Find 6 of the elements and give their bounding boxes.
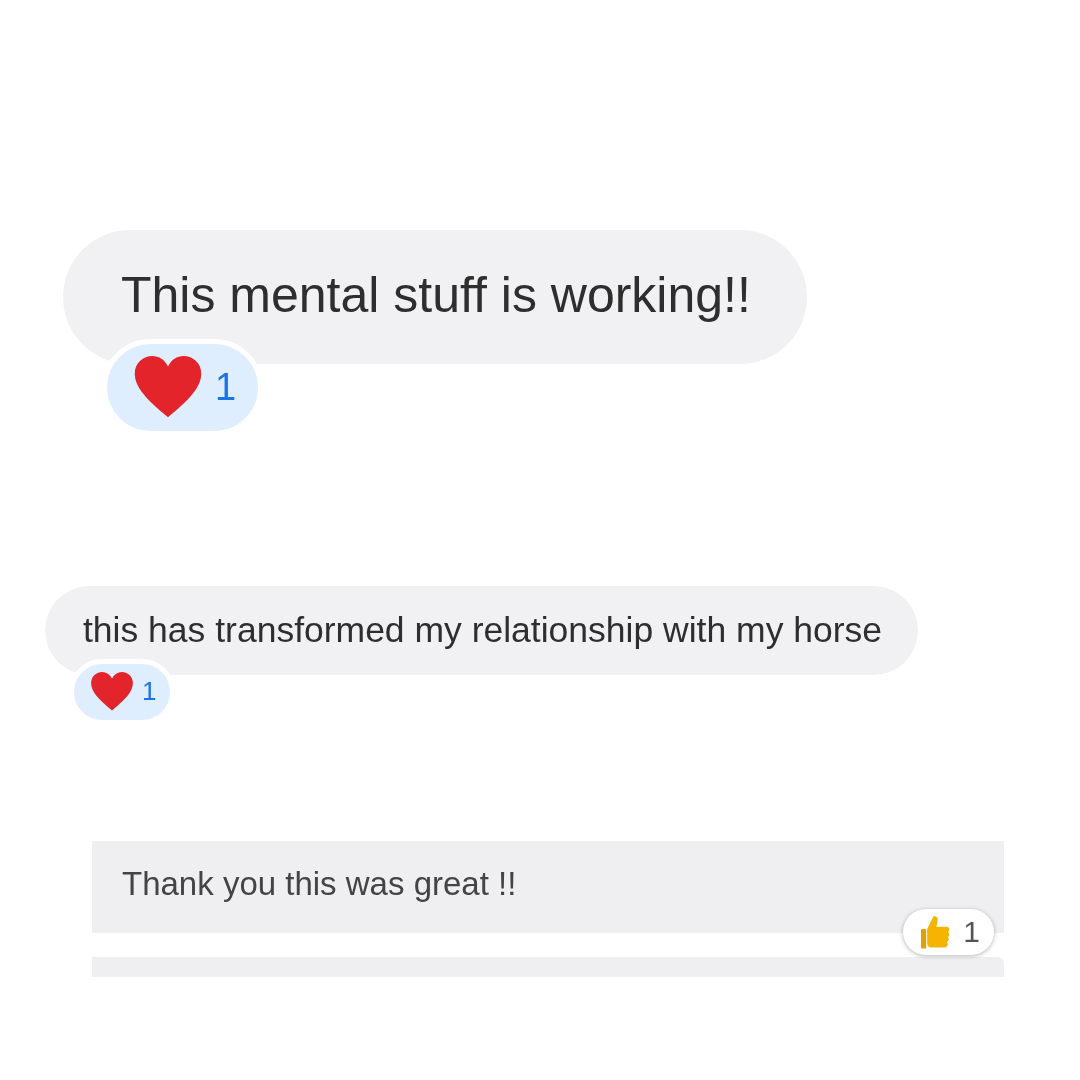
heart-icon <box>133 356 203 419</box>
thumbs-up-icon <box>920 913 950 950</box>
reaction-chip[interactable]: 1 <box>902 908 994 955</box>
heart-icon <box>90 672 134 712</box>
message-bubble: This mental stuff is working!! <box>63 230 807 364</box>
message-bubble: this has transformed my relationship with my horse <box>45 586 919 675</box>
